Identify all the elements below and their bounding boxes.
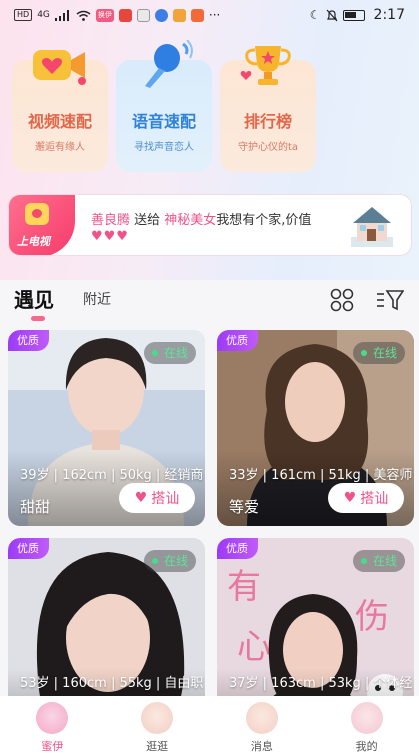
hearts: ♥♥♥: [91, 229, 129, 244]
greet-label: 搭讪: [360, 491, 389, 507]
online-status-badge: 在线: [143, 342, 196, 364]
quality-badge: 优质: [8, 538, 49, 559]
hd-indicator: HD: [14, 9, 33, 21]
feature-title: 语音速配: [131, 112, 196, 131]
house-gift-icon: [351, 207, 393, 247]
video-camera-heart-icon: [33, 50, 86, 85]
mute-bell-icon: [326, 9, 337, 21]
heart-icon: ♥: [343, 490, 357, 506]
message-icon: [245, 702, 278, 734]
bottom-navigation: 蜜伊 逛逛 消息 我的: [0, 696, 419, 754]
grid-view-icon[interactable]: [330, 288, 354, 312]
ranking-card[interactable]: 排行榜 守护心仪的ta: [220, 46, 316, 172]
nav-label: 我的: [355, 740, 378, 753]
more-notifications: ···: [208, 8, 221, 22]
profile-card[interactable]: 优质 在线 33岁 | 161cm | 51kg | 美容师 等爱 ♥ 搭讪: [217, 330, 414, 526]
profile-name: 等爱: [229, 498, 260, 516]
greet-button[interactable]: ♥ 搭讪: [119, 483, 195, 513]
profile-info: 37岁 | 163cm | 53kg | 个体经: [229, 676, 413, 691]
broadcast-message: 善良腾 送给 神秘美女我想有个家,价值: [91, 209, 311, 228]
svg-text:伤: 伤: [355, 597, 389, 637]
profile-info: 53岁 | 160cm | 55kg | 自由职: [20, 676, 204, 691]
filter-icon[interactable]: [376, 288, 404, 312]
feature-subtitle: 寻找声音恋人: [134, 142, 194, 153]
nav-item-explore[interactable]: 逛逛: [105, 696, 210, 754]
profile-card[interactable]: 优质 在线 39岁 | 162cm | 50kg | 经销商 甜甜 ♥ 搭讪: [8, 330, 205, 526]
microphone-icon: [145, 40, 193, 88]
feature-subtitle: 守护心仪的ta: [237, 142, 299, 153]
gift-broadcast-banner[interactable]: 上电视 善良腾 送给 神秘美女我想有个家,价值 ♥♥♥: [8, 194, 412, 256]
quality-badge: 优质: [217, 330, 258, 351]
tab-nearby[interactable]: 附近: [83, 289, 111, 309]
wifi-icon: [76, 10, 91, 21]
on-tv-label: 上电视: [17, 235, 50, 248]
app-notification-icon: [136, 8, 150, 22]
online-status-badge: 在线: [352, 550, 405, 572]
network-type: 4G: [37, 10, 50, 20]
profile-name: 甜甜: [20, 498, 51, 516]
status-bar: HD 4G 换伊 ··· ☾ 2:17: [0, 0, 419, 30]
profile-info: 39岁 | 162cm | 50kg | 经销商: [20, 468, 204, 483]
sender-name: 善良腾: [91, 213, 131, 228]
nav-item-home[interactable]: 蜜伊: [0, 696, 105, 754]
heart-icon: ♥: [134, 490, 148, 506]
app-badge-icon: 换伊: [95, 8, 114, 22]
voice-match-card[interactable]: 语音速配 寻找声音恋人: [116, 40, 212, 172]
home-heart-icon: [36, 702, 69, 734]
on-tv-tag: 上电视: [9, 195, 75, 255]
tv-icon: [25, 203, 49, 225]
nav-label: 逛逛: [146, 740, 169, 753]
receiver-name: 神秘美女: [164, 213, 217, 228]
feature-title: 排行榜: [243, 112, 292, 131]
active-tab-indicator: [31, 316, 45, 321]
battery-icon: [342, 9, 365, 21]
nav-label: 消息: [250, 740, 273, 753]
feature-subtitle: 邂逅有缘人: [35, 142, 85, 153]
online-status-badge: 在线: [143, 550, 196, 572]
quality-badge: 优质: [8, 330, 49, 351]
quality-badge: 优质: [217, 538, 258, 559]
app-notification-icon: [172, 8, 186, 22]
profile-info: 33岁 | 161cm | 51kg | 美容师: [229, 468, 413, 483]
svg-text:有: 有: [227, 567, 261, 607]
gift-verb: 送给: [130, 213, 165, 228]
app-notification-icon: [190, 8, 204, 22]
explore-icon: [141, 702, 174, 734]
tab-meet[interactable]: 遇见: [14, 284, 54, 313]
app-notification-icon: [118, 8, 132, 22]
nav-item-messages[interactable]: 消息: [210, 696, 315, 754]
feature-title: 视频速配: [27, 112, 92, 131]
nav-item-profile[interactable]: 我的: [314, 696, 419, 754]
video-match-card[interactable]: 视频速配 邂逅有缘人: [12, 50, 108, 172]
message-text: 我想有个家,价值: [216, 213, 312, 228]
moon-icon: ☾: [309, 8, 321, 22]
clock: 2:17: [373, 7, 405, 23]
profile-icon: [350, 702, 383, 734]
trophy-icon: [240, 46, 291, 85]
online-status-badge: 在线: [352, 342, 405, 364]
signal-icon: [54, 9, 69, 21]
greet-label: 搭讪: [151, 491, 180, 507]
svg-text:心: 心: [237, 627, 271, 667]
app-notification-icon: [154, 8, 168, 22]
nav-label: 蜜伊: [41, 740, 64, 753]
greet-button[interactable]: ♥ 搭讪: [328, 483, 404, 513]
